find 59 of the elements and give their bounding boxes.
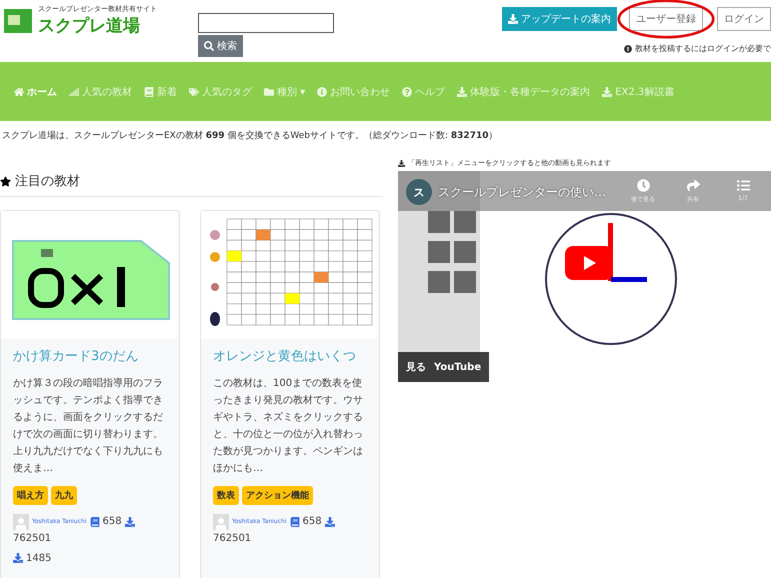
- search-field[interactable]: [198, 13, 334, 33]
- download-count: 762501: [13, 532, 52, 544]
- folder-icon: [264, 86, 274, 96]
- book-icon: [144, 86, 154, 96]
- tag[interactable]: アクション機能: [242, 486, 313, 505]
- avatar-icon: [13, 514, 29, 530]
- tag[interactable]: 唱え方: [13, 486, 48, 505]
- section-title: 注目の教材: [15, 173, 80, 190]
- like-count: 1485: [26, 552, 52, 564]
- nav-item[interactable]: 人気の教材: [69, 84, 132, 98]
- tag[interactable]: 九九: [51, 486, 77, 505]
- tag-icon: [189, 86, 199, 96]
- alert-icon: [624, 44, 632, 52]
- nav-item[interactable]: 体験版・各種データの案内: [457, 84, 590, 98]
- book-icon: [290, 516, 300, 527]
- arrow-icon: [398, 160, 405, 166]
- download-count: 762501: [213, 532, 252, 544]
- download-icon: [13, 553, 23, 564]
- intro-text: スクプレ道場は、スクールプレゼンターEXの教材 699 個を交換できるWebサイトです。（総ダウンロード数: 832710）: [1, 129, 498, 142]
- login-notice: 教材を投稿するにはログインが必要で: [635, 43, 771, 54]
- download-icon: [457, 86, 468, 96]
- card-title[interactable]: かけ算カード3のだん: [13, 349, 167, 366]
- card-description: かけ算３の段の暗唱指導用のフラッシュです。テンポよく指導できるように、画面をクリックするだけで次の画面に切り替わります。上り九九だけでなく下り九九にも使えま…: [13, 376, 164, 476]
- search-button[interactable]: 検索: [198, 35, 243, 57]
- login-button[interactable]: ログイン: [717, 7, 771, 31]
- logo-icon: [4, 6, 34, 34]
- nav-item[interactable]: EX2.3解説書: [602, 84, 674, 98]
- watch-on-youtube-button[interactable]: 見る YouTube: [398, 352, 490, 382]
- star-icon: [0, 176, 11, 186]
- book-icon: [90, 516, 100, 527]
- help-icon: [402, 86, 412, 96]
- material-count: 658: [302, 516, 322, 528]
- bar-chart-icon: [69, 86, 79, 96]
- nav-item[interactable]: 種別 ▾: [264, 84, 306, 98]
- download-icon: [124, 516, 135, 527]
- tag[interactable]: 数表: [213, 486, 239, 505]
- nav-item[interactable]: 人気のタグ: [189, 84, 252, 98]
- playlist-icon: [736, 179, 750, 192]
- nav-item[interactable]: ホーム: [14, 84, 57, 98]
- download-icon: [602, 86, 612, 96]
- card-description: この教材は、100までの数表を使ったきまり発見の教材です。ウサギやトラ、ネズミをクリックすると、十の位と一の位が入れ替わった数が見つかります。ペンギンはほかにも…: [213, 376, 364, 476]
- card-title[interactable]: オレンジと黄色はいくつ: [213, 349, 367, 366]
- download-icon: [324, 516, 335, 527]
- download-icon: [508, 14, 518, 24]
- search-icon: [204, 41, 214, 51]
- site-logo-text: スクプレ道場: [38, 15, 141, 37]
- material-count: 658: [102, 516, 122, 528]
- share-icon: [686, 179, 700, 192]
- nav-item[interactable]: お問い合わせ: [317, 84, 390, 98]
- home-icon: [14, 86, 24, 96]
- nav-item[interactable]: ヘルプ: [402, 84, 446, 98]
- info-icon: [317, 86, 328, 96]
- avatar-icon: [213, 514, 229, 530]
- nav-item[interactable]: 新着: [144, 84, 177, 98]
- clock-icon: [636, 179, 650, 192]
- update-button[interactable]: アップデートの案内: [502, 7, 617, 31]
- register-button[interactable]: ユーザー登録: [629, 7, 703, 31]
- video-title[interactable]: スクールプレゼンターの使い…: [438, 184, 615, 201]
- play-icon[interactable]: [565, 246, 613, 280]
